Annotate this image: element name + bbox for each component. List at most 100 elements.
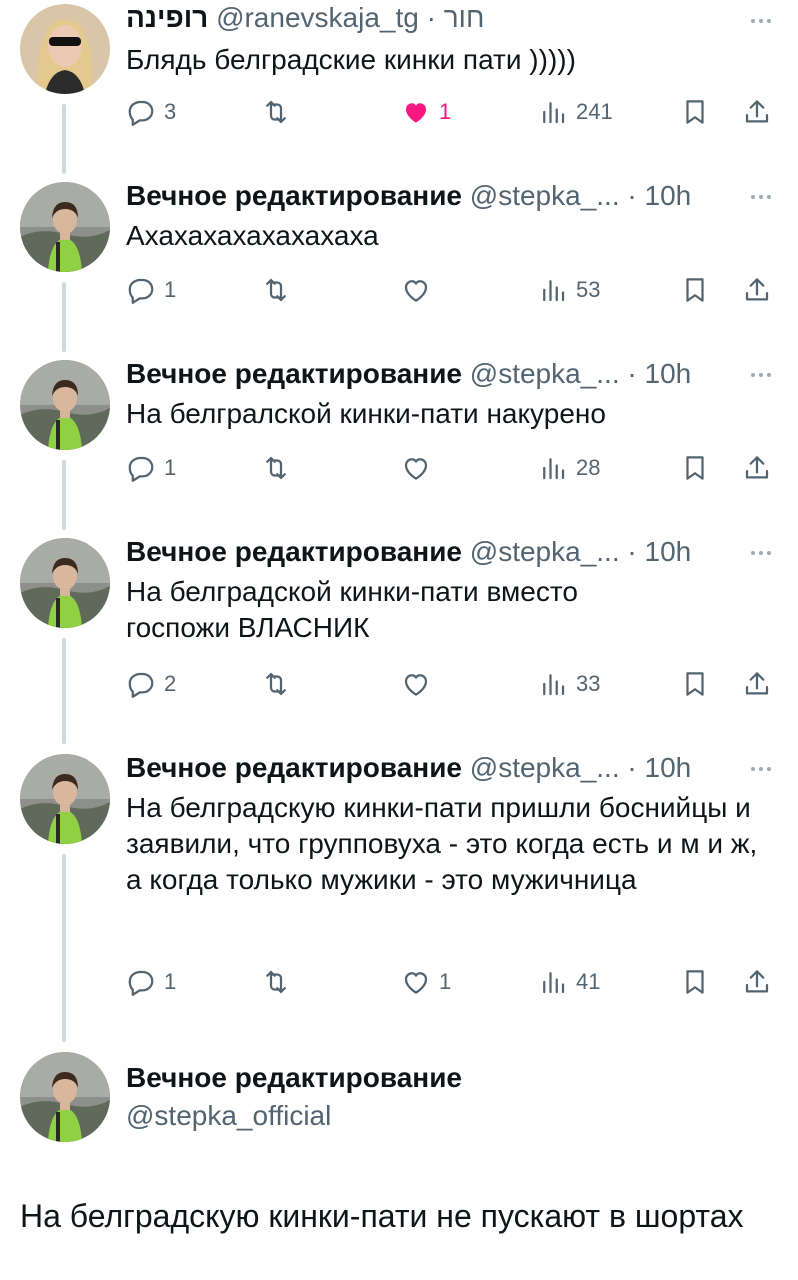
author-name[interactable]: Вечное редактирование [126, 180, 462, 211]
share-button[interactable] [742, 448, 772, 488]
views-count: 28 [576, 455, 601, 480]
bookmark-button[interactable] [680, 270, 710, 310]
thread-line [62, 282, 66, 352]
more-icon[interactable] [746, 754, 776, 784]
bookmark-button[interactable] [680, 962, 710, 1002]
author-handle[interactable]: @stepka_... [470, 358, 620, 389]
reply-button[interactable]: 2 [126, 664, 176, 704]
share-icon [742, 669, 772, 699]
more-icon[interactable] [746, 538, 776, 568]
retweet-icon [261, 275, 291, 305]
thread-line [62, 104, 66, 174]
author-name[interactable]: Вечное редактирование [126, 752, 462, 783]
views-count: 33 [576, 671, 601, 696]
thread-line [62, 460, 66, 530]
timestamp[interactable]: 10h [645, 358, 692, 389]
author-name[interactable]: Вечное редактирование [126, 358, 462, 389]
author-handle[interactable]: @stepka_... [470, 180, 620, 211]
tweet-header: Вечное редактирование @stepka_... · 10h [126, 750, 728, 786]
reply-count: 2 [164, 671, 177, 696]
share-button[interactable] [742, 92, 772, 132]
tweet-text: На белградскую кинки-пати пришли боснийц… [126, 792, 758, 895]
reply-count: 3 [164, 99, 177, 124]
share-icon [742, 453, 772, 483]
tweet-header: רופינה @ranevskaja_tg · חור [126, 0, 728, 36]
separator: · [627, 358, 637, 389]
retweet-icon [261, 453, 291, 483]
author-handle[interactable]: @stepka_... [470, 536, 620, 567]
reply-button[interactable]: 1 [126, 448, 176, 488]
avatar[interactable] [20, 1052, 110, 1142]
author-handle[interactable]: @stepka_official [126, 1098, 331, 1134]
bookmark-button[interactable] [680, 448, 710, 488]
reply-button[interactable]: 1 [126, 962, 176, 1002]
tweet-header: Вечное редактирование @stepka_... · 10h [126, 178, 728, 214]
reply-count: 1 [164, 969, 177, 994]
share-button[interactable] [742, 270, 772, 310]
like-button[interactable]: 1 [401, 92, 451, 132]
views-button[interactable]: 41 [538, 962, 600, 1002]
views-icon [538, 275, 568, 305]
author-handle[interactable]: @stepka_... [470, 752, 620, 783]
views-button[interactable]: 241 [538, 92, 613, 132]
reply-button[interactable]: 3 [126, 92, 176, 132]
views-button[interactable]: 33 [538, 664, 600, 704]
like-button[interactable]: 1 [401, 962, 451, 1002]
views-icon [538, 967, 568, 997]
retweet-button[interactable] [261, 92, 291, 132]
like-button[interactable] [401, 270, 431, 310]
views-icon [538, 669, 568, 699]
retweet-button[interactable] [261, 664, 291, 704]
avatar[interactable] [20, 182, 110, 272]
separator: · [627, 536, 637, 567]
bookmark-button[interactable] [680, 664, 710, 704]
bookmark-icon [680, 275, 710, 305]
avatar[interactable] [20, 754, 110, 844]
separator: · [426, 2, 436, 33]
more-icon[interactable] [746, 182, 776, 212]
retweet-button[interactable] [261, 270, 291, 310]
like-button[interactable] [401, 664, 431, 704]
like-button[interactable] [401, 448, 431, 488]
author-name[interactable]: רופינה [126, 2, 208, 33]
more-icon[interactable] [746, 360, 776, 390]
timestamp[interactable]: 10h [645, 180, 692, 211]
heart-icon [401, 967, 431, 997]
timestamp[interactable]: 10h [645, 536, 692, 567]
timestamp[interactable]: חור [444, 2, 485, 33]
author-name[interactable]: Вечное редактирование [126, 536, 462, 567]
author-handle[interactable]: @ranevskaja_tg [216, 2, 419, 33]
reply-icon [126, 275, 156, 305]
heart-icon [401, 275, 431, 305]
main-tweet-text: На белградскую кинки-пати не пускают в ш… [20, 1198, 744, 1234]
like-count: 1 [439, 969, 452, 994]
avatar[interactable] [20, 360, 110, 450]
separator: · [627, 180, 637, 211]
tweet-header: Вечное редактирование @stepka_... · 10h [126, 356, 728, 392]
views-button[interactable]: 53 [538, 270, 600, 310]
retweet-button[interactable] [261, 962, 291, 1002]
more-icon[interactable] [746, 6, 776, 36]
avatar[interactable] [20, 538, 110, 628]
author-name[interactable]: Вечное редактирование [126, 1060, 462, 1096]
views-icon [538, 453, 568, 483]
tweet-text: На белгралской кинки-пати накурено [126, 398, 606, 429]
bookmark-icon [680, 453, 710, 483]
retweet-icon [261, 669, 291, 699]
action-bar: 1 28 [126, 448, 776, 488]
reply-icon [126, 453, 156, 483]
timestamp[interactable]: 10h [645, 752, 692, 783]
reply-button[interactable]: 1 [126, 270, 176, 310]
bookmark-button[interactable] [680, 92, 710, 132]
share-button[interactable] [742, 962, 772, 1002]
bookmark-icon [680, 967, 710, 997]
heart-icon [401, 453, 431, 483]
retweet-button[interactable] [261, 448, 291, 488]
retweet-icon [261, 97, 291, 127]
thread-line [62, 854, 66, 1042]
tweet-text: Блядь белградские кинки пати ))))) [126, 44, 576, 75]
avatar[interactable] [20, 4, 110, 94]
views-button[interactable]: 28 [538, 448, 600, 488]
action-bar: 3 1 241 [126, 92, 776, 132]
share-button[interactable] [742, 664, 772, 704]
